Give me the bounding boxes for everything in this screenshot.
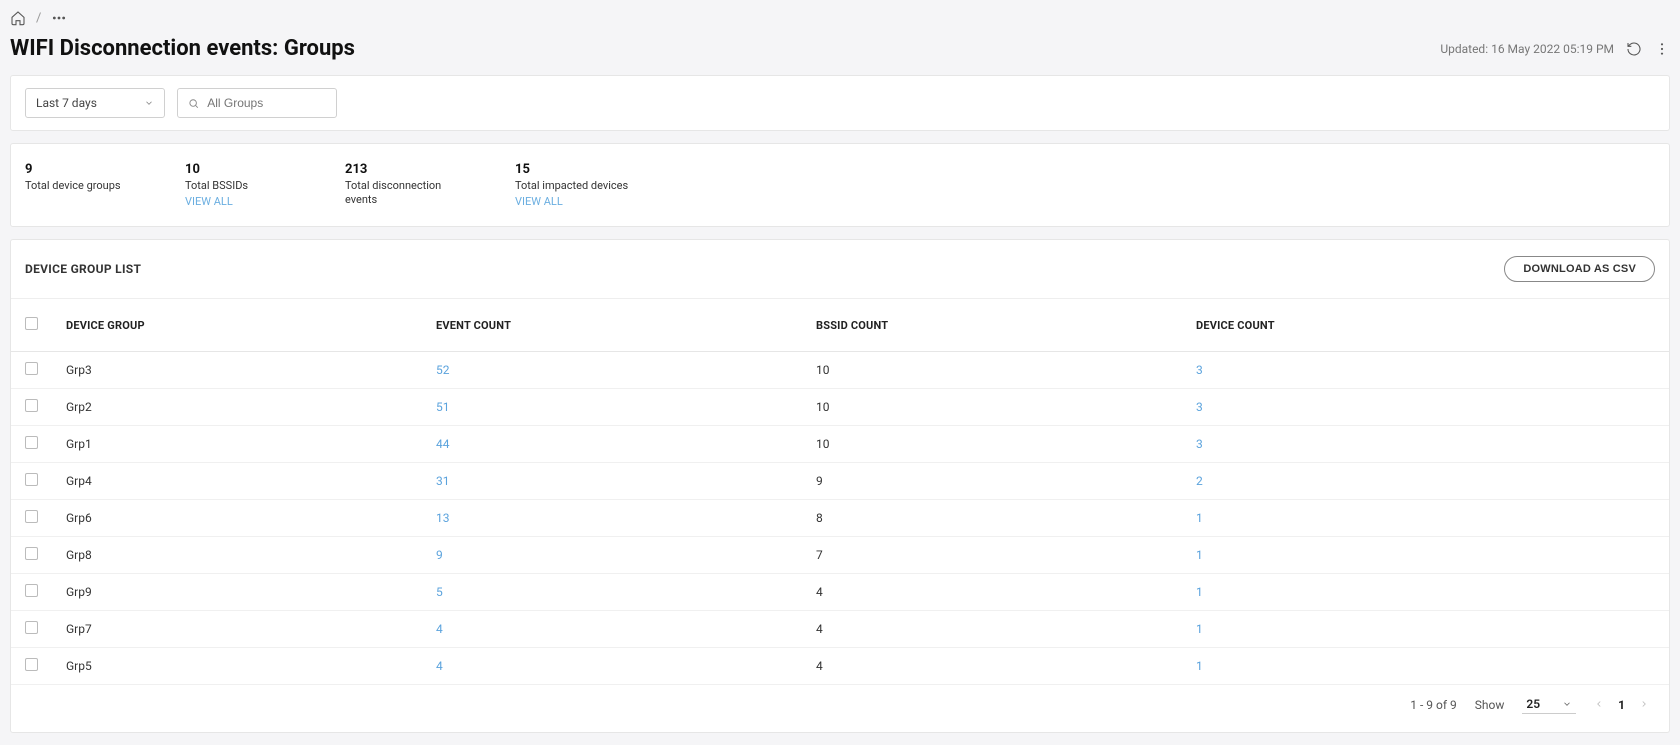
stats-card: 9 Total device groups 10 Total BSSIDs VI…	[10, 143, 1670, 227]
row-checkbox[interactable]	[25, 399, 38, 412]
stat-total-bssids: 10 Total BSSIDs VIEW ALL	[185, 162, 285, 208]
pagination-show-label: Show	[1475, 698, 1505, 712]
row-checkbox[interactable]	[25, 547, 38, 560]
cell-bssid-count: 10	[802, 426, 1182, 463]
prev-page-button[interactable]	[1594, 698, 1604, 712]
col-header-bssid-count[interactable]: BSSID COUNT	[802, 299, 1182, 352]
cell-bssid-count: 9	[802, 463, 1182, 500]
group-search-input[interactable]	[207, 96, 326, 110]
chevron-down-icon	[144, 98, 154, 108]
view-all-bssids-link[interactable]: VIEW ALL	[185, 195, 285, 208]
stat-total-device-groups: 9 Total device groups	[25, 162, 125, 208]
table-row: Grp9 5 41	[11, 574, 1669, 611]
cell-device-group: Grp1	[52, 426, 422, 463]
cell-device-group: Grp3	[52, 352, 422, 389]
refresh-icon[interactable]	[1626, 41, 1642, 57]
stat-total-impacted-devices: 15 Total impacted devices VIEW ALL	[515, 162, 628, 208]
search-icon	[188, 97, 199, 110]
cell-device-group: Grp7	[52, 611, 422, 648]
col-header-event-count[interactable]: EVENT COUNT	[422, 299, 802, 352]
table-row: Grp6 13 81	[11, 500, 1669, 537]
cell-event-count-link[interactable]: 51	[436, 400, 450, 414]
cell-device-count-link[interactable]: 1	[1196, 511, 1203, 525]
row-checkbox[interactable]	[25, 621, 38, 634]
cell-event-count-link[interactable]: 13	[436, 511, 450, 525]
cell-device-count-link[interactable]: 1	[1196, 659, 1203, 673]
cell-bssid-count: 8	[802, 500, 1182, 537]
current-page: 1	[1618, 698, 1625, 712]
row-checkbox[interactable]	[25, 510, 38, 523]
cell-event-count-link[interactable]: 44	[436, 437, 450, 451]
device-group-table: DEVICE GROUP EVENT COUNT BSSID COUNT DEV…	[11, 299, 1669, 685]
cell-device-group: Grp9	[52, 574, 422, 611]
row-checkbox[interactable]	[25, 436, 38, 449]
updated-label: Updated: 16 May 2022 05:19 PM	[1440, 42, 1614, 56]
page-title: WIFI Disconnection events: Groups	[10, 36, 355, 61]
cell-bssid-count: 4	[802, 648, 1182, 685]
cell-device-count-link[interactable]: 1	[1196, 585, 1203, 599]
table-row: Grp8 9 71	[11, 537, 1669, 574]
cell-event-count-link[interactable]: 52	[436, 363, 450, 377]
cell-bssid-count: 10	[802, 352, 1182, 389]
cell-device-count-link[interactable]: 2	[1196, 474, 1203, 488]
cell-device-group: Grp4	[52, 463, 422, 500]
col-header-device-group[interactable]: DEVICE GROUP	[52, 299, 422, 352]
pagination-range: 1 - 9 of 9	[1410, 698, 1456, 712]
cell-device-count-link[interactable]: 1	[1196, 548, 1203, 562]
cell-device-count-link[interactable]: 3	[1196, 363, 1203, 377]
group-search[interactable]	[177, 88, 337, 118]
cell-event-count-link[interactable]: 31	[436, 474, 450, 488]
cell-bssid-count: 7	[802, 537, 1182, 574]
cell-device-group: Grp8	[52, 537, 422, 574]
row-checkbox[interactable]	[25, 584, 38, 597]
cell-device-group: Grp2	[52, 389, 422, 426]
cell-event-count-link[interactable]: 4	[436, 659, 443, 673]
kebab-menu-icon[interactable]	[1654, 41, 1670, 57]
page-size-select[interactable]: 25	[1522, 695, 1576, 714]
breadcrumb-sep: /	[36, 11, 41, 26]
cell-event-count-link[interactable]: 9	[436, 548, 443, 562]
chevron-down-icon	[1562, 699, 1572, 709]
row-checkbox[interactable]	[25, 473, 38, 486]
cell-bssid-count: 10	[802, 389, 1182, 426]
cell-event-count-link[interactable]: 5	[436, 585, 443, 599]
cell-device-count-link[interactable]: 3	[1196, 437, 1203, 451]
page-header: WIFI Disconnection events: Groups Update…	[0, 32, 1680, 75]
cell-bssid-count: 4	[802, 611, 1182, 648]
cell-bssid-count: 4	[802, 574, 1182, 611]
cell-device-count-link[interactable]: 1	[1196, 622, 1203, 636]
cell-device-group: Grp5	[52, 648, 422, 685]
table-row: Grp4 31 92	[11, 463, 1669, 500]
more-icon[interactable]	[51, 10, 67, 26]
time-range-select[interactable]: Last 7 days	[25, 88, 165, 118]
home-icon[interactable]	[10, 10, 26, 26]
cell-event-count-link[interactable]: 4	[436, 622, 443, 636]
download-csv-button[interactable]: DOWNLOAD AS CSV	[1504, 256, 1655, 282]
stat-total-disconnection-events: 213 Total disconnection events	[345, 162, 455, 208]
breadcrumb: /	[0, 0, 1680, 32]
view-all-impacted-link[interactable]: VIEW ALL	[515, 195, 628, 208]
select-all-checkbox[interactable]	[25, 317, 38, 330]
row-checkbox[interactable]	[25, 658, 38, 671]
cell-device-group: Grp6	[52, 500, 422, 537]
table-row: Grp3 52 10 3	[11, 352, 1669, 389]
table-title: DEVICE GROUP LIST	[25, 262, 141, 276]
table-row: Grp2 51 10 3	[11, 389, 1669, 426]
table-card: DEVICE GROUP LIST DOWNLOAD AS CSV DEVICE…	[10, 239, 1670, 733]
cell-device-count-link[interactable]: 3	[1196, 400, 1203, 414]
col-header-device-count[interactable]: DEVICE COUNT	[1182, 299, 1669, 352]
row-checkbox[interactable]	[25, 362, 38, 375]
table-row: Grp7441	[11, 611, 1669, 648]
table-row: Grp1 44 10 3	[11, 426, 1669, 463]
next-page-button[interactable]	[1639, 698, 1649, 712]
time-range-label: Last 7 days	[36, 96, 97, 110]
table-row: Grp5441	[11, 648, 1669, 685]
pagination: 1 - 9 of 9 Show 25 1	[11, 685, 1669, 732]
filters-card: Last 7 days	[10, 75, 1670, 131]
